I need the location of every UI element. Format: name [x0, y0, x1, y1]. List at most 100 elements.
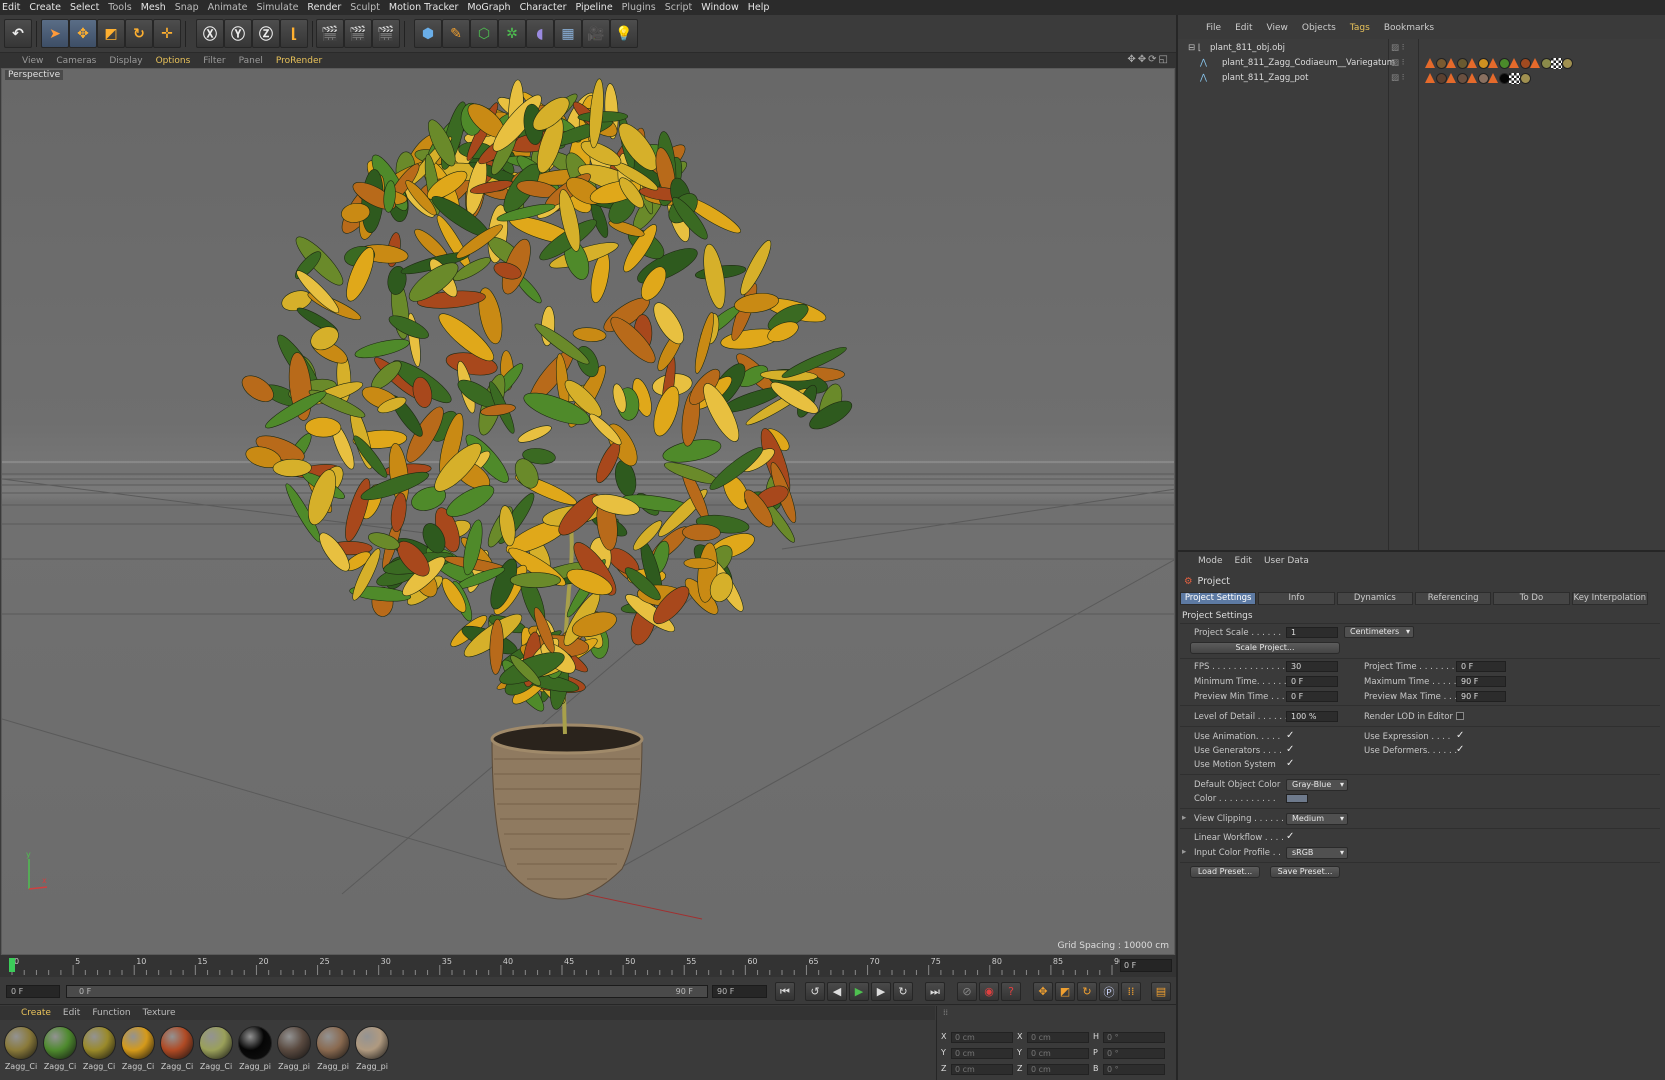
expand-arrow-icon[interactable]: ▸: [1182, 847, 1186, 857]
fps-field[interactable]: 30: [1286, 661, 1338, 672]
viewport-menu-filter[interactable]: Filter: [203, 56, 225, 66]
attribute-menu-edit[interactable]: Edit: [1235, 556, 1252, 570]
object-row[interactable]: ⋀ plant_811_Zagg_pot ▨ ⁝: [1178, 71, 1665, 86]
move-tool-button[interactable]: ✥: [69, 19, 97, 48]
light-button[interactable]: 💡: [610, 19, 638, 48]
menu-pipeline[interactable]: Pipeline: [575, 2, 621, 13]
minimum-time-field[interactable]: 0 F: [1286, 676, 1338, 687]
tab-info[interactable]: Info: [1258, 592, 1335, 605]
project-time-field[interactable]: 0 F: [1456, 661, 1506, 672]
use-generators-checkbox[interactable]: ✓: [1286, 745, 1296, 755]
tab-key-interpolation[interactable]: Key Interpolation: [1571, 592, 1648, 605]
rotate-tool-button[interactable]: ↻: [125, 19, 153, 48]
menu-animate[interactable]: Animate: [208, 2, 257, 13]
pen-button[interactable]: ✎: [442, 19, 470, 48]
material-tag-icon[interactable]: [1498, 73, 1510, 84]
viewport-camera-label[interactable]: Perspective: [5, 70, 64, 80]
undo-button[interactable]: ↶: [4, 19, 32, 48]
phong-tag-icon[interactable]: [1467, 58, 1477, 68]
phong-tag-icon[interactable]: [1446, 73, 1456, 83]
viewport-navigation-icons[interactable]: ✥✥⟳◱: [1127, 54, 1170, 65]
material-menu-function[interactable]: Function: [92, 1008, 130, 1018]
menu-edit[interactable]: Edit: [2, 2, 29, 13]
deformer-button[interactable]: ◖: [526, 19, 554, 48]
material-tag-icon[interactable]: [1477, 73, 1489, 84]
parameter-key-button[interactable]: Ⓟ: [1099, 982, 1119, 1001]
material-tag-icon[interactable]: [1519, 73, 1531, 84]
material-tag-icon[interactable]: [1540, 58, 1552, 69]
rotation-field[interactable]: 0 °: [1103, 1064, 1165, 1075]
object-row[interactable]: ⊟ ⌊ plant_811_obj.obj ▨ ⁝: [1178, 41, 1665, 56]
current-frame-field[interactable]: 0 F: [1120, 959, 1172, 972]
input-color-profile-dropdown[interactable]: sRGB ▾: [1286, 847, 1348, 859]
coordinate-system-button[interactable]: ⌊: [280, 19, 308, 48]
select-tool-button[interactable]: ➤: [41, 19, 69, 48]
object-name[interactable]: plant_811_obj.obj: [1210, 43, 1285, 53]
linear-workflow-checkbox[interactable]: ✓: [1286, 832, 1296, 842]
material-swatch[interactable]: Zagg_Ci: [3, 1026, 39, 1076]
menu-select[interactable]: Select: [70, 2, 108, 13]
keyframe-selection-button[interactable]: ?: [1001, 982, 1021, 1001]
play-button[interactable]: ▶: [849, 982, 869, 1001]
project-scale-field[interactable]: 1: [1286, 627, 1338, 638]
viewport-menu-panel[interactable]: Panel: [239, 56, 263, 66]
perspective-viewport[interactable]: y x Perspective Grid Spacing: 10000 cm: [1, 68, 1175, 955]
size-field[interactable]: 0 cm: [1027, 1032, 1089, 1043]
save-preset-button[interactable]: Save Preset...: [1270, 866, 1340, 878]
phong-tag-icon[interactable]: [1446, 58, 1456, 68]
render-lod-checkbox[interactable]: [1456, 712, 1464, 720]
menu-motion-tracker[interactable]: Motion Tracker: [389, 2, 468, 13]
menu-tools[interactable]: Tools: [108, 2, 140, 13]
previous-key-button[interactable]: ↺: [805, 982, 825, 1001]
material-tag-icon[interactable]: [1435, 73, 1447, 84]
tab-dynamics[interactable]: Dynamics: [1336, 592, 1413, 605]
cube-button[interactable]: ⬢: [414, 19, 442, 48]
y-axis-lock-button[interactable]: Ⓨ: [224, 19, 252, 48]
go-to-end-button[interactable]: ⏭: [925, 982, 945, 1001]
x-axis-lock-button[interactable]: Ⓧ: [196, 19, 224, 48]
phong-tag-icon[interactable]: [1467, 73, 1477, 83]
material-menu-edit[interactable]: Edit: [63, 1008, 80, 1018]
tab-referencing[interactable]: Referencing: [1414, 592, 1492, 605]
uvw-tag-icon[interactable]: [1551, 58, 1562, 69]
material-swatch[interactable]: Zagg_Ci: [120, 1026, 156, 1076]
visibility-toggle-icon[interactable]: ▨ ⁝: [1391, 58, 1404, 68]
object-menu-objects[interactable]: Objects: [1302, 23, 1336, 33]
view-clipping-dropdown[interactable]: Medium ▾: [1286, 813, 1348, 825]
next-frame-button[interactable]: ▶: [871, 982, 891, 1001]
rotation-field[interactable]: 0 °: [1103, 1032, 1165, 1043]
material-swatch[interactable]: Zagg_Ci: [159, 1026, 195, 1076]
default-object-color-dropdown[interactable]: Gray-Blue ▾: [1286, 779, 1348, 791]
use-expression-checkbox[interactable]: ✓: [1456, 731, 1466, 741]
material-menu-create[interactable]: Create: [21, 1008, 51, 1018]
position-field[interactable]: 0 cm: [951, 1048, 1013, 1059]
menu-sculpt[interactable]: Sculpt: [350, 2, 389, 13]
phong-tag-icon[interactable]: [1488, 58, 1498, 68]
object-menu-edit[interactable]: Edit: [1235, 23, 1252, 33]
material-tag-icon[interactable]: [1456, 73, 1468, 84]
viewport-menu-display[interactable]: Display: [109, 56, 142, 66]
visibility-toggle-icon[interactable]: ▨ ⁝: [1391, 73, 1404, 83]
object-name[interactable]: plant_811_Zagg_pot: [1222, 73, 1308, 83]
previous-frame-button[interactable]: ◀: [827, 982, 847, 1001]
preview-max-time-field[interactable]: 90 F: [1456, 691, 1506, 702]
go-to-start-button[interactable]: ⏮: [775, 982, 795, 1001]
z-axis-lock-button[interactable]: Ⓩ: [252, 19, 280, 48]
material-swatch[interactable]: Zagg_pi: [315, 1026, 351, 1076]
material-swatch[interactable]: Zagg_Ci: [81, 1026, 117, 1076]
project-scale-unit-dropdown[interactable]: Centimeters ▾: [1344, 626, 1414, 638]
start-frame-field[interactable]: 0 F: [6, 985, 60, 998]
menu-render[interactable]: Render: [307, 2, 350, 13]
phong-tag-icon[interactable]: [1530, 58, 1540, 68]
rotation-field[interactable]: 0 °: [1103, 1048, 1165, 1059]
position-key-button[interactable]: ✥: [1033, 982, 1053, 1001]
use-deformers-checkbox[interactable]: ✓: [1456, 745, 1466, 755]
size-field[interactable]: 0 cm: [1027, 1064, 1089, 1075]
object-name[interactable]: plant_811_Zagg_Codiaeum__Variegatum: [1222, 58, 1395, 68]
object-menu-view[interactable]: View: [1267, 23, 1288, 33]
phong-tag-icon[interactable]: [1425, 58, 1435, 68]
frame-range-slider[interactable]: 0 F 90 F: [66, 985, 708, 998]
material-tag-icon[interactable]: [1519, 58, 1531, 69]
material-swatch[interactable]: Zagg_Ci: [42, 1026, 78, 1076]
object-menu-bookmarks[interactable]: Bookmarks: [1384, 23, 1434, 33]
